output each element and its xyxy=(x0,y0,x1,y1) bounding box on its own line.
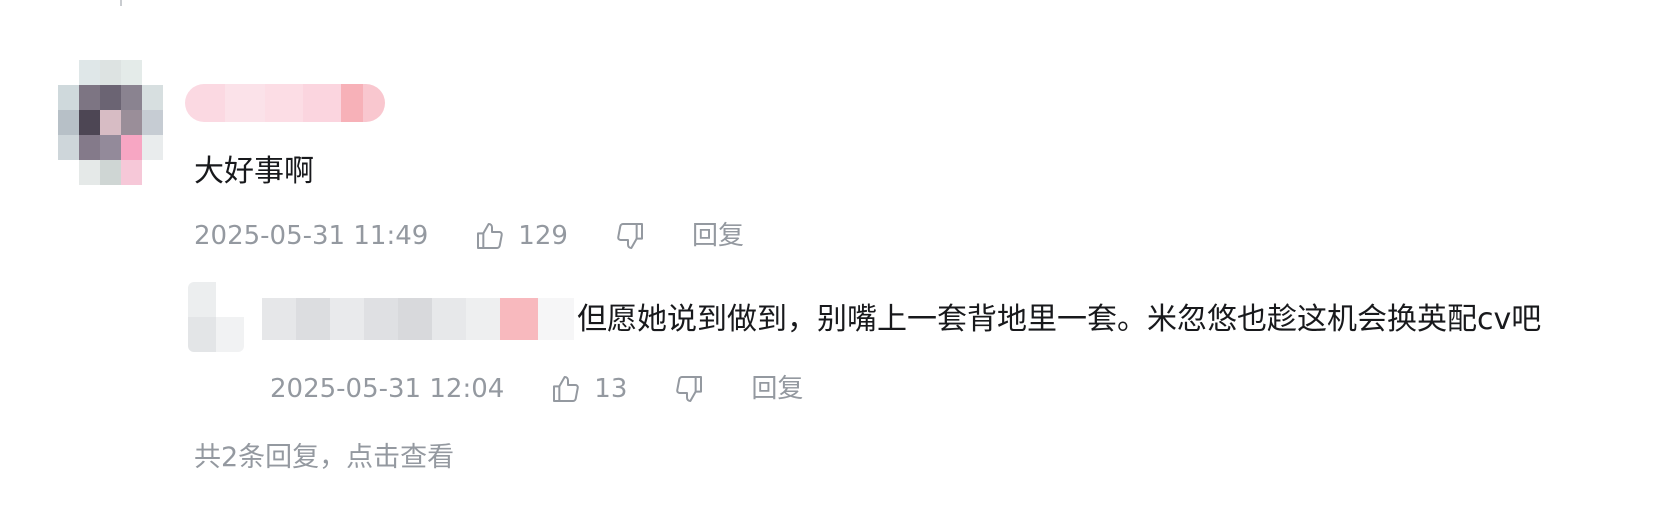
sub-reply-meta: 2025-05-31 12:04 13 回复 xyxy=(270,372,803,406)
sub-reply-like-button[interactable]: 13 xyxy=(550,372,627,406)
like-count: 129 xyxy=(518,221,568,251)
thumbs-down-icon xyxy=(614,220,646,252)
avatar[interactable] xyxy=(58,60,163,185)
comment-meta: 2025-05-31 11:49 129 回复 xyxy=(194,219,744,253)
sub-reply-like-count: 13 xyxy=(594,374,628,404)
like-button[interactable]: 129 xyxy=(474,219,568,253)
sub-reply-time: 2025-05-31 12:04 xyxy=(270,374,505,404)
sub-reply-dislike-button[interactable] xyxy=(673,373,705,405)
comment-text: 大好事啊 xyxy=(194,154,314,189)
sub-reply-avatar[interactable] xyxy=(188,282,244,352)
comment-time: 2025-05-31 11:49 xyxy=(194,221,429,251)
sub-reply-reply-button[interactable]: 回复 xyxy=(751,372,803,406)
username-censored[interactable] xyxy=(185,84,385,122)
sub-reply-username-censored[interactable] xyxy=(262,298,574,340)
thumbs-up-icon xyxy=(474,220,518,252)
view-replies-link[interactable]: 共2条回复，点击查看 xyxy=(194,440,454,476)
divider-mark xyxy=(120,0,122,6)
dislike-button[interactable] xyxy=(614,220,646,252)
thumbs-up-icon xyxy=(550,373,594,405)
sub-reply-text: 但愿她说到做到，别嘴上一套背地里一套。米忽悠也趁这机会换英配cv吧 xyxy=(577,302,1542,337)
reply-button[interactable]: 回复 xyxy=(692,219,744,253)
thumbs-down-icon xyxy=(673,373,705,405)
comment-section: 大好事啊 2025-05-31 11:49 129 回复 但愿她说到做到，别嘴上… xyxy=(0,0,1680,508)
